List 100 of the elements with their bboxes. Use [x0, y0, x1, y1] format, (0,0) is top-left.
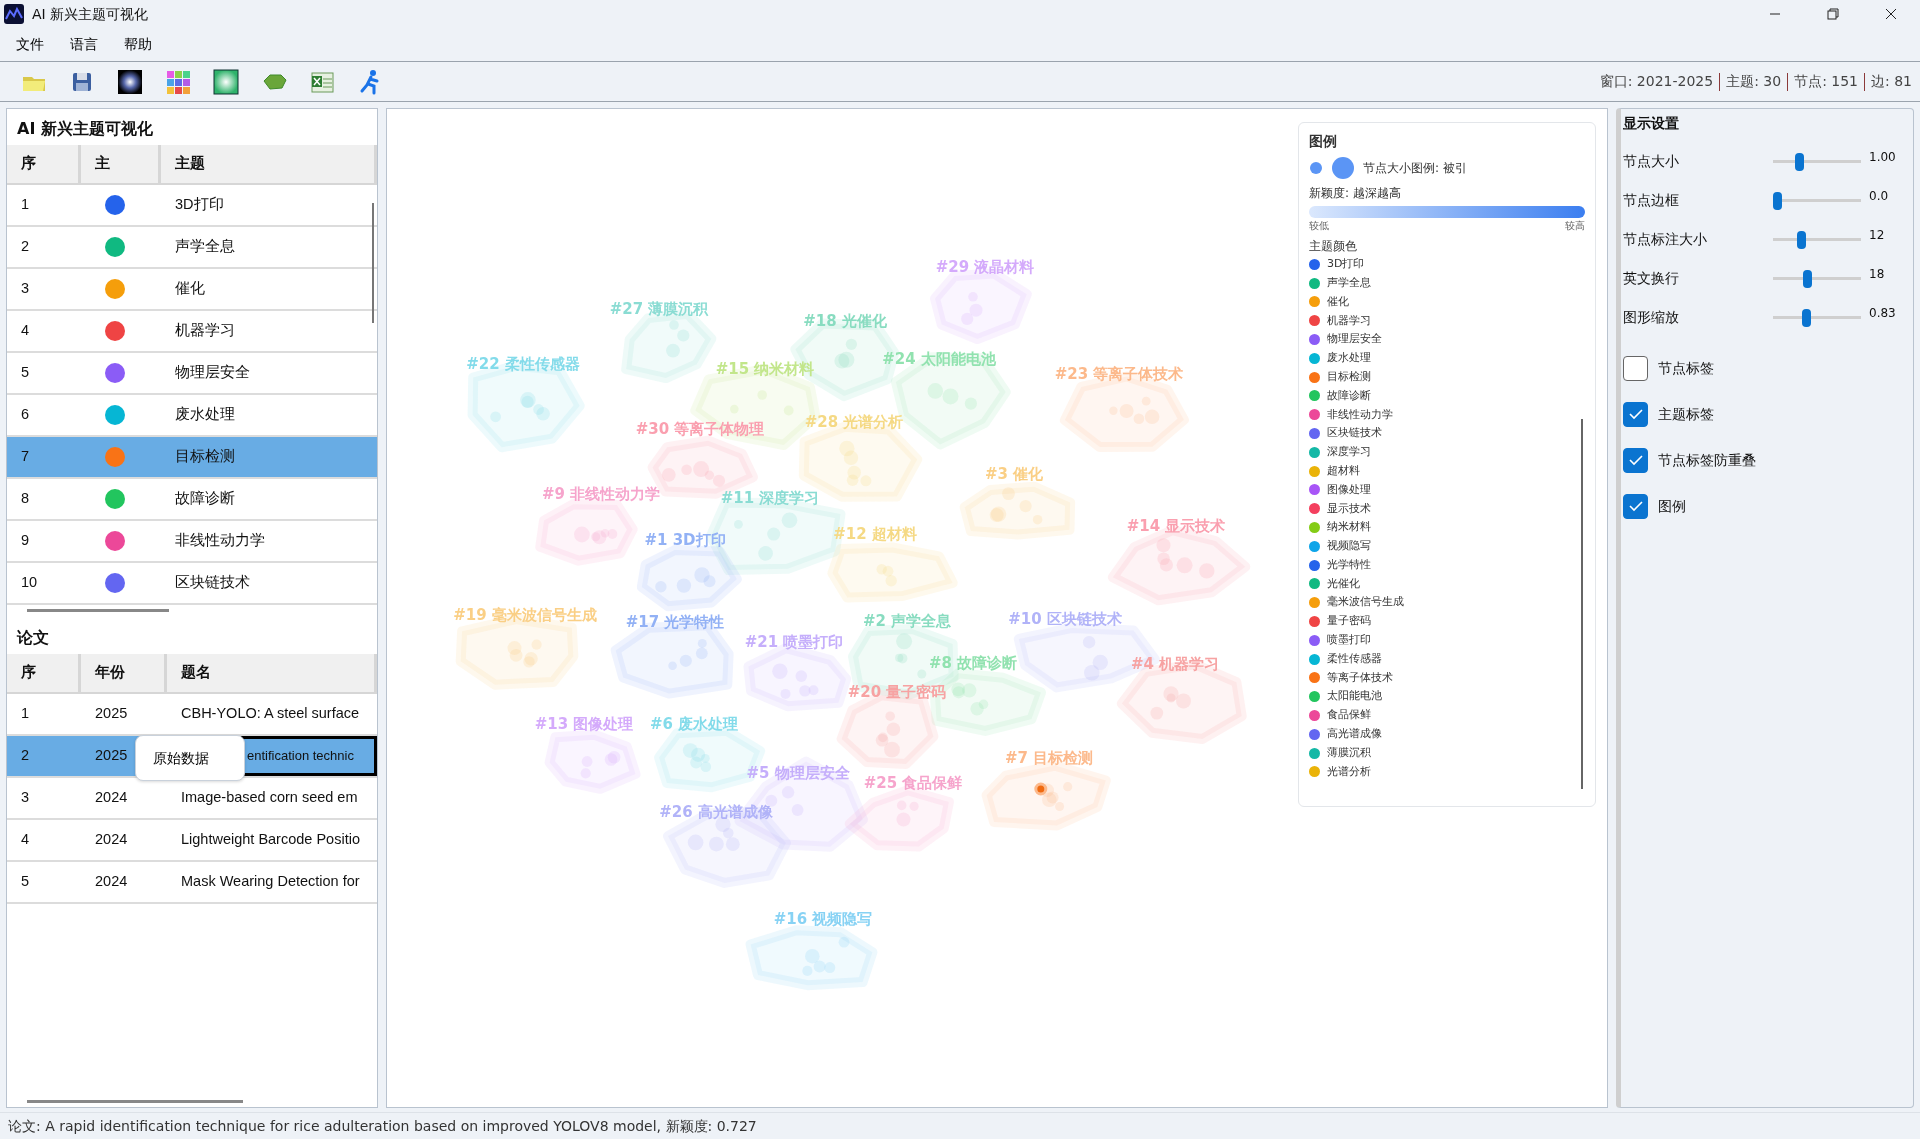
legend-item: 催化: [1327, 293, 1349, 310]
checkbox[interactable]: [1623, 447, 1648, 473]
cluster-label: #15 纳米材料: [715, 360, 815, 378]
slider-value: 12: [1869, 227, 1885, 244]
table-cell-text: 1: [20, 704, 31, 724]
slider-thumb[interactable]: [1797, 230, 1807, 249]
menu-item[interactable]: 语言: [60, 32, 108, 57]
cluster-label: #14 显示技术: [1126, 517, 1226, 535]
checkbox[interactable]: [1623, 493, 1648, 519]
table-cell-text: 7: [20, 447, 31, 467]
cluster-label: #22 柔性传感器: [466, 355, 580, 373]
check-icon: [1628, 500, 1643, 512]
cluster-label: #25 食品保鲜: [863, 774, 963, 792]
cluster-label: #18 光催化: [803, 312, 887, 330]
cluster-label: #12 超材料: [833, 525, 917, 543]
menu-item[interactable]: 原始数据: [136, 747, 209, 769]
table-cell-text: 2024: [95, 872, 128, 892]
table-cell-text: 机器学习: [174, 321, 236, 341]
legend-text: 较高: [1565, 219, 1585, 233]
legend-item: 毫米波信号生成: [1327, 594, 1404, 611]
cluster-label: #23 等离子体技术: [1054, 365, 1184, 383]
legend-item: 显示技术: [1327, 500, 1371, 517]
stat-label: 窗口: 2021-2025: [1599, 72, 1714, 91]
slider-thumb[interactable]: [1795, 152, 1805, 171]
table-cell-text: 2: [20, 237, 31, 257]
table-row[interactable]: 7 目标检测: [7, 437, 377, 479]
panel-title: 论文: [15, 627, 50, 649]
table-cell-text: 2024: [95, 830, 128, 850]
legend-item: 目标检测: [1327, 368, 1371, 385]
setting-label: 英文换行: [1623, 269, 1680, 288]
slider-thumb[interactable]: [1773, 191, 1782, 210]
setting-label: 节点标注大小: [1623, 230, 1708, 249]
cluster-label: #1 3D打印: [644, 531, 726, 549]
menu-item[interactable]: 帮助: [114, 32, 162, 57]
table-cell-text: 6: [20, 405, 31, 425]
slider-thumb[interactable]: [1802, 308, 1812, 327]
stat-label: 边: 81: [1871, 72, 1912, 91]
table-cell-text: 2025: [95, 746, 128, 766]
legend-item: 光学特性: [1327, 556, 1371, 573]
checkbox-label: 图例: [1658, 496, 1686, 516]
cluster-label: #20 量子密码: [847, 683, 947, 701]
checkbox-label: 节点标签: [1658, 358, 1714, 378]
table-cell-text: 4: [20, 321, 31, 341]
cluster-label: #5 物理层安全: [746, 764, 850, 782]
cluster-label: #8 故障诊断: [928, 654, 1018, 672]
close-icon: [1885, 8, 1897, 20]
legend-item: 柔性传感器: [1327, 650, 1382, 667]
legend-item: 故障诊断: [1327, 387, 1371, 404]
scrollbar[interactable]: [27, 1100, 243, 1103]
status-bar: 论文: A rapid identification technique for rice adulteration based on improved YOLOV8 model, 新颖度: 0.727: [0, 1112, 1920, 1139]
table-cell-text: 故障诊断: [174, 489, 236, 509]
cluster-label: #4 机器学习: [1130, 655, 1220, 673]
slider-value: 0.0: [1869, 188, 1889, 205]
table-cell-text: 9: [20, 531, 31, 551]
cluster-label: #19 毫米波信号生成: [453, 606, 597, 624]
slider-thumb[interactable]: [1803, 269, 1812, 288]
table-cell-text: 3D打印: [174, 195, 225, 215]
setting-label: 图形缩放: [1623, 308, 1680, 327]
menu-item[interactable]: 文件: [6, 32, 54, 57]
cluster-label: #17 光学特性: [625, 613, 725, 631]
scrollbar[interactable]: [27, 609, 169, 612]
cluster-label: #10 区块链技术: [1008, 610, 1122, 628]
cluster-label: #13 图像处理: [534, 715, 634, 733]
legend-item: 太阳能电池: [1327, 688, 1382, 705]
legend-item: 非线性动力学: [1327, 406, 1393, 423]
color-grid-icon: [165, 68, 191, 95]
table-cell-text: 10: [20, 573, 39, 593]
legend-item: 量子密码: [1327, 613, 1371, 630]
table-cell-text: Image-based corn seed em: [180, 788, 359, 808]
gradient-square-icon: [213, 68, 239, 95]
cluster-label: #7 目标检测: [1004, 749, 1094, 767]
legend-item: 视频隐写: [1327, 538, 1371, 555]
table-cell-text: 区块链技术: [174, 573, 251, 593]
legend-item: 物理层安全: [1327, 331, 1382, 348]
table-cell-text: 2025: [95, 704, 128, 724]
cluster-label: #21 喷墨打印: [744, 633, 844, 651]
stat-label: 节点: 151: [1794, 72, 1858, 91]
checkbox[interactable]: [1623, 401, 1648, 427]
legend-item: 机器学习: [1327, 312, 1371, 329]
legend-item: 高光谱成像: [1327, 726, 1382, 743]
legend-title: 图例: [1309, 132, 1338, 151]
table-cell-text: 5: [20, 872, 31, 892]
table-cell-text: 2024: [95, 788, 128, 808]
checkbox-label: 节点标签防重叠: [1658, 450, 1756, 470]
table-cell-text: 5: [20, 363, 31, 383]
legend-item: 等离子体技术: [1327, 669, 1393, 686]
scrollbar[interactable]: [1581, 419, 1583, 789]
legend-subtitle: 主题颜色: [1309, 238, 1358, 255]
check-icon: [1628, 408, 1643, 420]
legend-item: 废水处理: [1327, 350, 1371, 367]
table-cell-text: 废水处理: [174, 405, 236, 425]
scrollbar[interactable]: [372, 203, 374, 323]
cluster-label: #30 等离子体物理: [635, 420, 765, 438]
checkbox[interactable]: [1623, 355, 1648, 381]
table-cell-text: Mask Wearing Detection for: [180, 872, 361, 892]
table-cell-text: 1: [20, 195, 31, 215]
table-cell-text: 3: [20, 279, 31, 299]
slider-value: 1.00: [1869, 149, 1896, 166]
legend-item: 光催化: [1327, 575, 1360, 592]
table-cell-text: Lightweight Barcode Positio: [180, 830, 361, 850]
